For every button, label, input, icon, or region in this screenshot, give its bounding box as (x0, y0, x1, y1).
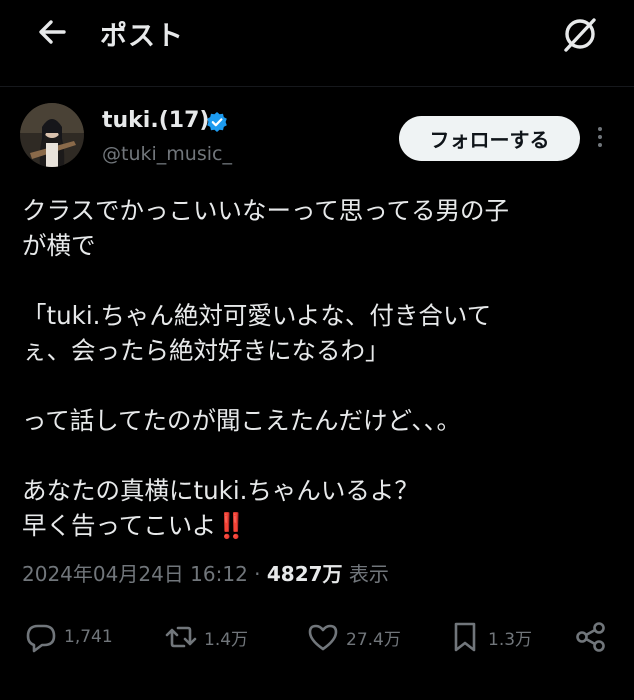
bookmark-button[interactable]: 1.3万 (448, 612, 532, 662)
grok-button[interactable] (558, 12, 602, 56)
reply-count: 1,741 (64, 627, 113, 647)
back-button[interactable] (34, 12, 74, 52)
avatar-image (20, 103, 84, 167)
repost-count: 1.4万 (204, 629, 249, 650)
tweet-text: クラスでかっこいいなーって思ってる男の子 が横で 「tuki.ちゃん絶対可愛いよ… (22, 193, 622, 543)
share-icon (576, 622, 605, 652)
tweet-line: あなたの真横にtuki.ちゃんいるよ？ (22, 476, 419, 505)
arrow-left-icon (39, 20, 66, 44)
tweet-line: ぇ、会ったら絶対好きになるわ」 (22, 336, 390, 365)
repost-icon (165, 626, 197, 648)
tweet-line: って話してたのが聞こえたんだけど､､。 (22, 406, 462, 435)
follow-button[interactable]: フォローする (399, 116, 580, 161)
like-count: 27.4万 (346, 629, 401, 650)
views-count: 4827万 (266, 562, 343, 586)
action-bar: 1,741 1.4万 27.4万 1.3万 (0, 612, 634, 662)
heart-icon (308, 624, 338, 651)
verified-badge-icon (207, 112, 227, 132)
bookmark-icon (454, 622, 476, 652)
top-bar: ポスト (0, 0, 634, 64)
tweet-meta: 2024年04月24日 16:12 · 4827万 表示 (22, 558, 389, 587)
grok-icon (564, 18, 596, 52)
more-options-button[interactable] (590, 124, 610, 152)
like-button[interactable]: 27.4万 (306, 612, 401, 662)
tweet-line: 早く告ってこいよ (22, 511, 217, 540)
dot-icon (598, 143, 602, 147)
reply-icon (26, 624, 56, 653)
dot-icon (598, 127, 602, 131)
double-exclamation-icon: ‼️ (216, 511, 247, 540)
repost-button[interactable]: 1.4万 (164, 612, 248, 662)
reply-button[interactable]: 1,741 (24, 612, 113, 662)
handle[interactable]: @tuki_music_ (102, 143, 232, 165)
display-name[interactable]: tuki.(17) (102, 108, 209, 133)
share-button[interactable] (574, 612, 608, 662)
tweet-line: クラスでかっこいいなーって思ってる男の子 (22, 196, 510, 225)
meta-separator: · (254, 562, 261, 586)
timestamp[interactable]: 2024年04月24日 16:12 (22, 562, 248, 586)
avatar[interactable] (20, 103, 84, 167)
views-label: 表示 (348, 562, 389, 586)
page-title: ポスト (100, 21, 184, 52)
bookmark-count: 1.3万 (488, 629, 533, 650)
tweet-line: が横で (22, 231, 96, 260)
header-divider (0, 86, 634, 87)
tweet-line: 「tuki.ちゃん絶対可愛いよな、付き合いて (22, 301, 492, 330)
dot-icon (598, 135, 602, 139)
